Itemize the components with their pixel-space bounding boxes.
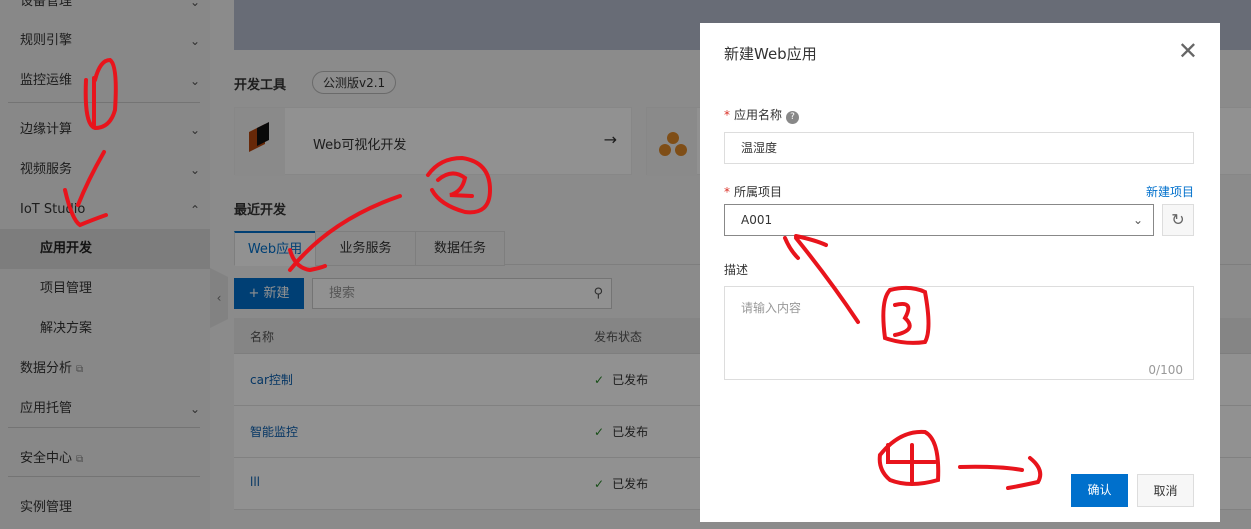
refresh-button[interactable]: ↻ (1162, 204, 1194, 236)
dialog-title: 新建Web应用 (724, 45, 817, 63)
required-marker: * (724, 108, 730, 122)
project-select[interactable]: A001 ⌄ (724, 204, 1154, 236)
label-text: 所属项目 (734, 185, 783, 199)
char-counter: 0/100 (1148, 363, 1183, 377)
help-icon[interactable]: ? (786, 111, 800, 124)
chevron-down-icon: ⌄ (1132, 213, 1143, 227)
confirm-button[interactable]: 确认 (1071, 474, 1128, 507)
refresh-icon: ↻ (1171, 210, 1185, 229)
cancel-button[interactable]: 取消 (1137, 474, 1194, 507)
new-project-link[interactable]: 新建项目 (1146, 183, 1194, 200)
new-web-app-dialog: 新建Web应用 ✕ * 应用名称? 温湿度 * 所属项目 新建项目 A001 ⌄ ↻ … (700, 23, 1220, 522)
placeholder: 请输入内容 (741, 301, 802, 315)
app-name-label: * 应用名称? (724, 106, 800, 124)
app-name-input[interactable]: 温湿度 (724, 132, 1194, 164)
project-label: * 所属项目 (724, 183, 782, 200)
description-label: 描述 (724, 263, 749, 277)
description-textarea[interactable]: 请输入内容 0/100 (724, 286, 1194, 380)
label-text: 应用名称 (734, 108, 783, 122)
close-icon[interactable]: ✕ (1178, 37, 1198, 65)
required-marker: * (724, 185, 730, 199)
selected-value: A001 (741, 213, 773, 227)
